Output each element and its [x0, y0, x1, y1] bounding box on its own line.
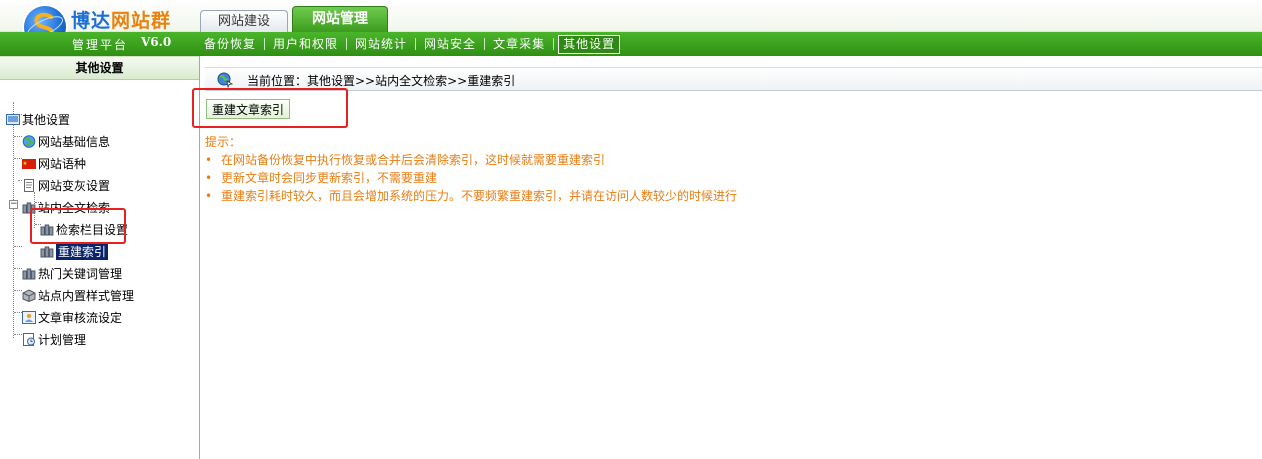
tree-item-builtin-style[interactable]: 站点内置样式管理 [22, 285, 134, 305]
version-label: V6.0 [141, 35, 172, 49]
tree-item-label: 热门关键词管理 [38, 266, 123, 281]
nav-item-backup[interactable]: 备份恢复 [196, 36, 264, 53]
tree-item-site-language[interactable]: 网站语种 [22, 153, 86, 173]
breadcrumb-text: 当前位置：其他设置>>站内全文检索>>重建索引 [247, 74, 516, 88]
tree-item-label: 站点内置样式管理 [38, 288, 135, 303]
nav-bar: 管理平台 V6.0 备份恢复 用户和权限 网站统计 网站安全 文章采集 其他设置 [0, 32, 1262, 56]
tree-connector [14, 268, 22, 269]
sidebar: 其他设置 − 其他设置 网站基础信息 网站语种 网站变灰设置 站内全文检索 检索… [0, 56, 200, 459]
app-header: 博达网站群 网站建设 网站管理 管理平台 V6.0 备份恢复 用户和权限 网站统… [0, 0, 1262, 56]
nav-item-users[interactable]: 用户和权限 [265, 36, 346, 53]
globe-icon [22, 134, 36, 148]
nav-separator [553, 38, 555, 50]
tab-site-build[interactable]: 网站建设 [200, 10, 288, 32]
document-icon [22, 178, 36, 192]
nav-item-stats[interactable]: 网站统计 [347, 36, 415, 53]
review-icon [22, 310, 36, 324]
tip-bullet: • [205, 189, 213, 203]
tab-site-manage[interactable]: 网站管理 [292, 6, 388, 33]
tree-item-review-flow[interactable]: 文章审核流设定 [22, 307, 122, 327]
tip-text: 重建索引耗时较久，而且会增加系统的压力。不要频繁重建索引，并请在访问人数较少的时… [221, 189, 738, 203]
breadcrumb: 当前位置：其他设置>>站内全文检索>>重建索引 [205, 67, 1262, 91]
cube-icon [22, 288, 36, 302]
annotation-highlight-button [192, 88, 348, 128]
tip-bullet: • [205, 153, 213, 167]
schedule-icon [22, 332, 36, 346]
tip-item: • 重建索引耗时较久，而且会增加系统的压力。不要频繁重建索引，并请在访问人数较少… [205, 187, 737, 205]
tree-item-other-settings[interactable]: 其他设置 [6, 109, 70, 129]
sidebar-title: 其他设置 [0, 56, 199, 80]
tip-item: • 在网站备份恢复中执行恢复或合并后会清除索引，这时候就需要重建索引 [205, 151, 737, 169]
top-bar: 博达网站群 网站建设 网站管理 [0, 0, 1262, 48]
logo-title-part1: 博达 [71, 10, 112, 32]
flag-icon [22, 157, 36, 170]
tree-connector [14, 312, 22, 313]
tips-section: 提示： • 在网站备份恢复中执行恢复或合并后会清除索引，这时候就需要重建索引 •… [205, 133, 737, 205]
platform-label: 管理平台 [72, 38, 129, 52]
tree-connector [14, 290, 22, 291]
annotation-highlight-tree-item [30, 208, 126, 244]
tree-item-label: 网站变灰设置 [38, 178, 111, 193]
main-content: 当前位置：其他设置>>站内全文检索>>重建索引 重建文章索引 提示： • 在网站… [201, 56, 1262, 459]
tree-item-label: 其他设置 [22, 112, 71, 127]
tree-item-hot-keywords[interactable]: 热门关键词管理 [22, 263, 122, 283]
nav-item-other-settings[interactable]: 其他设置 [558, 34, 621, 54]
tree-item-label: 重建索引 [56, 242, 109, 260]
tree-collapse-toggle[interactable]: − [9, 200, 18, 209]
tree-connector [14, 158, 22, 159]
nav-menu: 备份恢复 用户和权限 网站统计 网站安全 文章采集 其他设置 [196, 34, 621, 54]
tree-item-schedule[interactable]: 计划管理 [22, 329, 86, 349]
tree-connector [14, 246, 22, 247]
tree-item-label: 计划管理 [38, 332, 87, 347]
database-icon [40, 245, 54, 258]
tree-item-rebuild-index[interactable]: 重建索引 [40, 241, 109, 261]
settings-panel-icon [6, 113, 20, 126]
nav-item-security[interactable]: 网站安全 [416, 36, 484, 53]
logo-title-part2: 网站群 [111, 10, 172, 32]
logo-title: 博达网站群 [71, 6, 171, 33]
location-globe-icon [217, 72, 234, 88]
database-icon [22, 267, 36, 280]
tree-connector [14, 334, 22, 335]
tip-item: • 更新文章时会同步更新索引，不需要重建 [205, 169, 737, 187]
tree-item-site-gray-setting[interactable]: 网站变灰设置 [22, 175, 110, 195]
tree-item-site-basic-info[interactable]: 网站基础信息 [22, 131, 110, 151]
tree-connector [14, 136, 22, 137]
tree-item-label: 网站语种 [38, 156, 87, 171]
tip-bullet: • [205, 171, 213, 185]
tips-title: 提示： [205, 135, 242, 149]
tip-text: 在网站备份恢复中执行恢复或合并后会清除索引，这时候就需要重建索引 [221, 153, 606, 167]
tree-item-label: 文章审核流设定 [38, 310, 123, 325]
nav-item-collect[interactable]: 文章采集 [485, 36, 553, 53]
tree-connector [13, 102, 14, 338]
tip-text: 更新文章时会同步更新索引，不需要重建 [221, 171, 438, 185]
tree-item-label: 网站基础信息 [38, 134, 111, 149]
